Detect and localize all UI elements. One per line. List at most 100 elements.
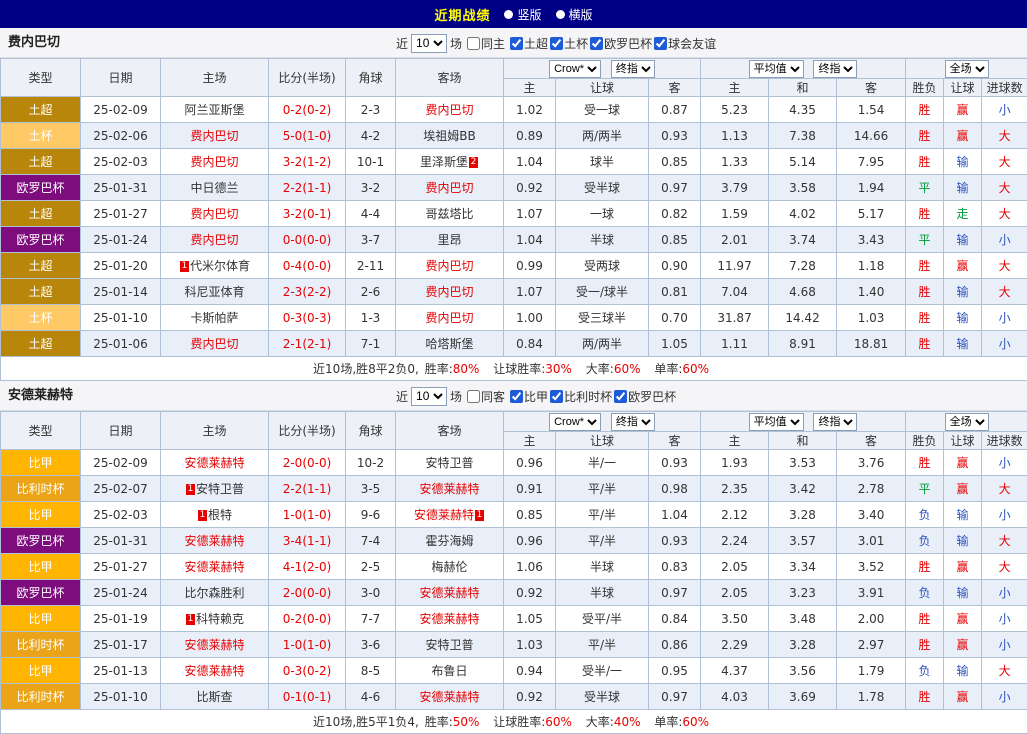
sub-header: 客 xyxy=(649,432,701,450)
league-filter[interactable]: 比甲 xyxy=(510,388,548,405)
same-venue-checkbox[interactable] xyxy=(467,390,480,403)
odds-cell: 0.99 xyxy=(504,253,556,279)
result-cell: 小 xyxy=(982,227,1027,253)
recent-count-select[interactable]: 10 xyxy=(411,34,447,53)
col-header-score: 比分(半场) xyxy=(269,59,346,97)
league-filter[interactable]: 比利时杯 xyxy=(550,388,612,405)
home-team-cell: 安德莱赫特 xyxy=(161,632,269,658)
sub-header: 客 xyxy=(649,79,701,97)
away-team-cell: 费内巴切 xyxy=(396,279,504,305)
team-name: 费内巴切 xyxy=(425,311,473,325)
stat-label: 大率: xyxy=(586,362,614,376)
euro-average-select[interactable]: 平均值 xyxy=(749,413,804,431)
matches-label: 场 xyxy=(450,388,462,405)
layout-option-horizontal[interactable]: 横版 xyxy=(556,6,593,23)
col-header-score: 比分(半场) xyxy=(269,412,346,450)
away-team-cell: 安特卫普 xyxy=(396,450,504,476)
result-cell: 负 xyxy=(906,580,944,606)
layout-option-vertical[interactable]: 竖版 xyxy=(504,6,541,23)
odds-cell: 3.56 xyxy=(769,658,837,684)
odds-stage-select[interactable]: 终指 xyxy=(611,413,655,431)
odds-cell: 3.79 xyxy=(701,175,769,201)
red-card-badge: 1 xyxy=(198,510,207,521)
team-name: 安德莱赫特 xyxy=(419,612,479,626)
league-checkbox[interactable] xyxy=(550,390,563,403)
result-cell: 赢 xyxy=(944,476,982,502)
league-label: 欧罗巴杯 xyxy=(628,388,676,405)
type-cell: 欧罗巴杯 xyxy=(1,175,81,201)
team-name: 科尼亚体育 xyxy=(184,285,244,299)
odds-cell: 5.23 xyxy=(701,97,769,123)
odds-cell: 受半球 xyxy=(556,684,649,710)
stat-label: 让球胜率: xyxy=(493,715,545,729)
odds-cell: 3.53 xyxy=(769,450,837,476)
stat-value: 40% xyxy=(614,715,641,729)
league-checkbox[interactable] xyxy=(510,37,523,50)
odds-cell: 0.85 xyxy=(649,149,701,175)
col-header-type: 类型 xyxy=(1,412,81,450)
date-cell: 25-01-10 xyxy=(81,684,161,710)
odds-provider-select[interactable]: Crow* xyxy=(549,60,601,78)
league-filter[interactable]: 土杯 xyxy=(550,35,588,52)
col-header-away: 客场 xyxy=(396,59,504,97)
odds-cell: 0.82 xyxy=(649,201,701,227)
euro-average-select[interactable]: 平均值 xyxy=(749,60,804,78)
league-filter[interactable]: 欧罗巴杯 xyxy=(590,35,652,52)
result-cell: 赢 xyxy=(944,450,982,476)
league-checkbox[interactable] xyxy=(590,37,603,50)
odds-cell: 1.03 xyxy=(504,632,556,658)
same-venue-checkbox[interactable] xyxy=(467,37,480,50)
odds-cell: 3.69 xyxy=(769,684,837,710)
type-cell: 土超 xyxy=(1,331,81,357)
same-venue-filter[interactable]: 同主 xyxy=(467,35,505,52)
stat-value: 60% xyxy=(682,362,709,376)
odds-cell: 3.48 xyxy=(769,606,837,632)
odds-cell: 0.94 xyxy=(504,658,556,684)
odds-cell: 1.11 xyxy=(701,331,769,357)
odds-cell: 3.91 xyxy=(837,580,906,606)
euro-stage-select[interactable]: 终指 xyxy=(813,413,857,431)
score-cell: 0-2(0-2) xyxy=(269,97,346,123)
team-name: 哈塔斯堡 xyxy=(425,337,473,351)
type-cell: 比利时杯 xyxy=(1,632,81,658)
result-cell: 大 xyxy=(982,554,1027,580)
odds-cell: 1.05 xyxy=(504,606,556,632)
league-checkbox[interactable] xyxy=(510,390,523,403)
team-name: 安德莱赫特 xyxy=(184,638,244,652)
league-checkbox[interactable] xyxy=(550,37,563,50)
league-label: 比利时杯 xyxy=(564,388,612,405)
match-row: 比甲25-02-031根特1-0(1-0)9-6安德莱赫特10.85平/半1.0… xyxy=(1,502,1027,528)
odds-cell: 半/一 xyxy=(556,450,649,476)
result-cell: 负 xyxy=(906,528,944,554)
league-checkbox[interactable] xyxy=(614,390,627,403)
fulltime-select[interactable]: 全场 xyxy=(945,413,989,431)
odds-cell: 0.86 xyxy=(649,632,701,658)
league-filter[interactable]: 球会友谊 xyxy=(654,35,716,52)
away-team-cell: 哈塔斯堡 xyxy=(396,331,504,357)
sub-header: 胜负 xyxy=(906,79,944,97)
euro-stage-select[interactable]: 终指 xyxy=(813,60,857,78)
odds-cell: 0.85 xyxy=(649,227,701,253)
recent-count-select[interactable]: 10 xyxy=(411,387,447,406)
result-cell: 小 xyxy=(982,305,1027,331)
odds-provider-select[interactable]: Crow* xyxy=(549,413,601,431)
team-name: 费内巴切 xyxy=(190,129,238,143)
result-cell: 赢 xyxy=(944,123,982,149)
odds-cell: 4.35 xyxy=(769,97,837,123)
stat-value: 80% xyxy=(453,362,480,376)
sub-header: 主 xyxy=(504,79,556,97)
result-cell: 大 xyxy=(982,253,1027,279)
away-team-cell: 埃祖姆BB xyxy=(396,123,504,149)
odds-stage-select[interactable]: 终指 xyxy=(611,60,655,78)
same-venue-filter[interactable]: 同客 xyxy=(467,388,505,405)
league-filter[interactable]: 土超 xyxy=(510,35,548,52)
fulltime-select[interactable]: 全场 xyxy=(945,60,989,78)
result-cell: 胜 xyxy=(906,123,944,149)
result-cell: 胜 xyxy=(906,554,944,580)
odds-cell: 14.42 xyxy=(769,305,837,331)
result-cell: 小 xyxy=(982,684,1027,710)
league-checkbox[interactable] xyxy=(654,37,667,50)
date-cell: 25-01-19 xyxy=(81,606,161,632)
home-team-cell: 1科特赖克 xyxy=(161,606,269,632)
league-filter[interactable]: 欧罗巴杯 xyxy=(614,388,676,405)
